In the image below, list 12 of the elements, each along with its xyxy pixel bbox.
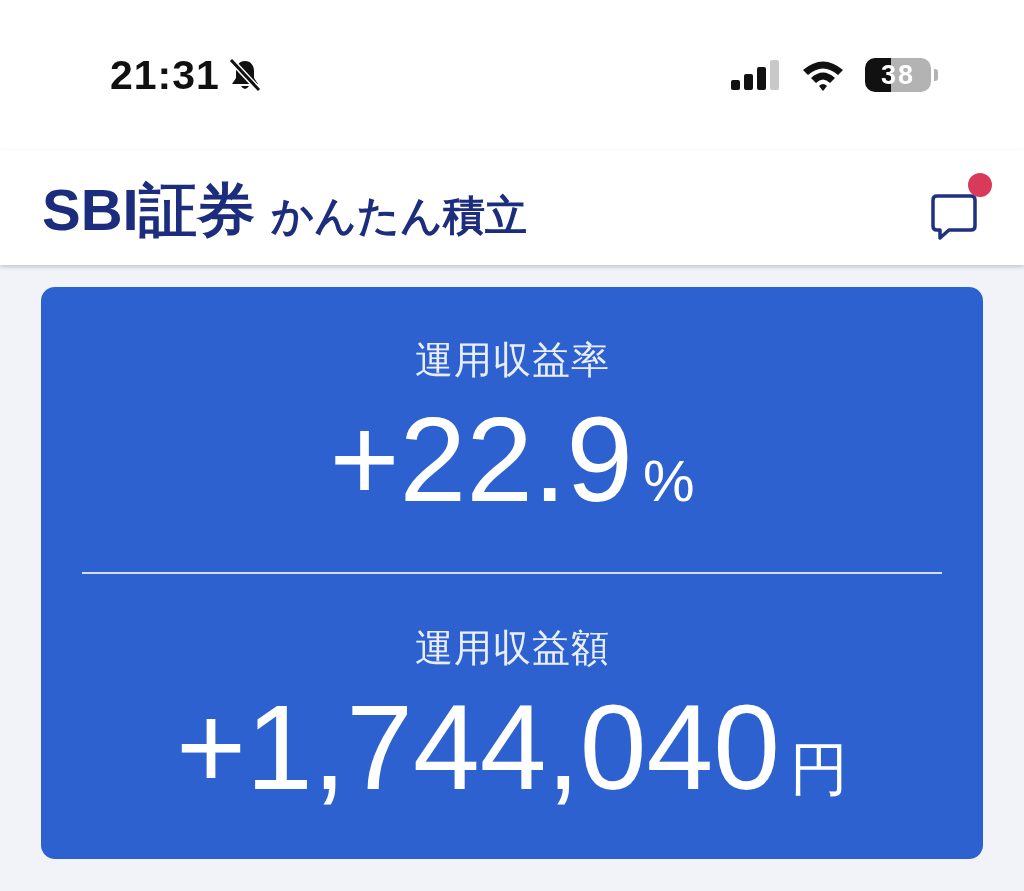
summary-unit: 円 xyxy=(789,738,848,799)
signal-icon xyxy=(731,60,781,90)
clock-time: 21:31 xyxy=(110,51,220,99)
brand-logo: SBI証券 xyxy=(42,177,255,242)
wifi-icon xyxy=(801,59,845,91)
summary-value: +22.9 xyxy=(329,399,634,519)
speech-bubble-icon[interactable] xyxy=(930,192,978,241)
summary-unit: % xyxy=(643,451,695,511)
summary-label: 運用収益額 xyxy=(414,625,610,671)
app-title: かんたん積立 xyxy=(270,192,527,239)
summary-value: +1,744,040 xyxy=(176,686,780,807)
summary-label: 運用収益率 xyxy=(414,338,610,383)
